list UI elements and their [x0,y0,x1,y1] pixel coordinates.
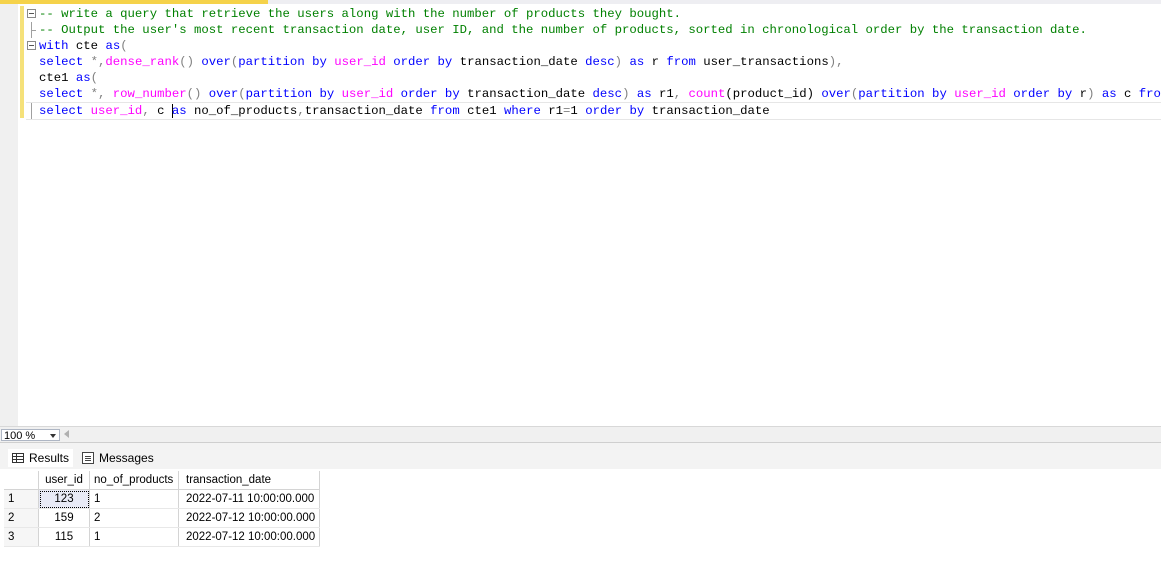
collapse-icon[interactable] [27,9,36,19]
row-header-corner[interactable] [4,471,39,490]
cell-transaction-date[interactable]: 2022-07-11 10:00:00.000 [178,489,321,509]
query-editor[interactable]: -- write a query that retrieve the users… [0,4,1161,426]
results-panel: Results Messages user_id no_of_products … [0,442,1161,564]
zoom-value: 100 % [4,430,36,442]
results-grid[interactable]: user_id no_of_products transaction_date … [4,471,321,547]
cell-user-id[interactable]: 123 [38,489,90,509]
grid-icon [12,453,24,463]
cell-user-id[interactable]: 159 [38,508,90,528]
scroll-left-icon[interactable] [64,430,69,438]
code-line-1[interactable]: -- write a query that retrieve the users… [26,6,1161,22]
results-tabs: Results Messages [0,443,1161,469]
table-row[interactable]: 2 159 2 2022-07-12 10:00:00.000 [4,508,321,528]
fold-guide [27,103,36,119]
cell-transaction-date[interactable]: 2022-07-12 10:00:00.000 [178,527,321,547]
header-row: user_id no_of_products transaction_date [4,471,321,490]
editor-gutter [0,4,18,426]
cell-no-of-products[interactable]: 1 [89,489,179,509]
code-line-2[interactable]: -- Output the user's most recent transac… [26,22,1161,38]
tab-results[interactable]: Results [8,449,74,467]
code-line-3[interactable]: with cte as( [26,38,1161,54]
code-area[interactable]: -- write a query that retrieve the users… [26,6,1161,120]
cell-no-of-products[interactable]: 2 [89,508,179,528]
messages-icon [82,452,94,464]
code-line-7[interactable]: select user_id, c as no_of_products,tran… [26,102,1161,120]
zoom-select[interactable]: 100 % [1,429,60,442]
change-tracking-bar [20,6,24,118]
table-row[interactable]: 3 115 1 2022-07-12 10:00:00.000 [4,527,321,547]
fold-guide [27,22,36,38]
collapse-icon[interactable] [27,41,36,51]
editor-status-bar: 100 % [0,426,1161,442]
column-header-transaction-date[interactable]: transaction_date [178,471,321,490]
code-line-6[interactable]: select *, row_number() over(partition by… [26,86,1161,102]
row-number[interactable]: 1 [4,489,39,509]
cell-no-of-products[interactable]: 1 [89,527,179,547]
column-header-user-id[interactable]: user_id [38,471,90,490]
tab-messages[interactable]: Messages [78,449,158,467]
row-number[interactable]: 2 [4,508,39,528]
cell-transaction-date[interactable]: 2022-07-12 10:00:00.000 [178,508,321,528]
table-row[interactable]: 1 123 1 2022-07-11 10:00:00.000 [4,489,321,509]
code-line-5[interactable]: cte1 as( [26,70,1161,86]
code-line-4[interactable]: select *,dense_rank() over(partition by … [26,54,1161,70]
cell-user-id[interactable]: 115 [38,527,90,547]
column-header-no-of-products[interactable]: no_of_products [89,471,179,490]
row-number[interactable]: 3 [4,527,39,547]
chevron-down-icon [50,434,56,438]
